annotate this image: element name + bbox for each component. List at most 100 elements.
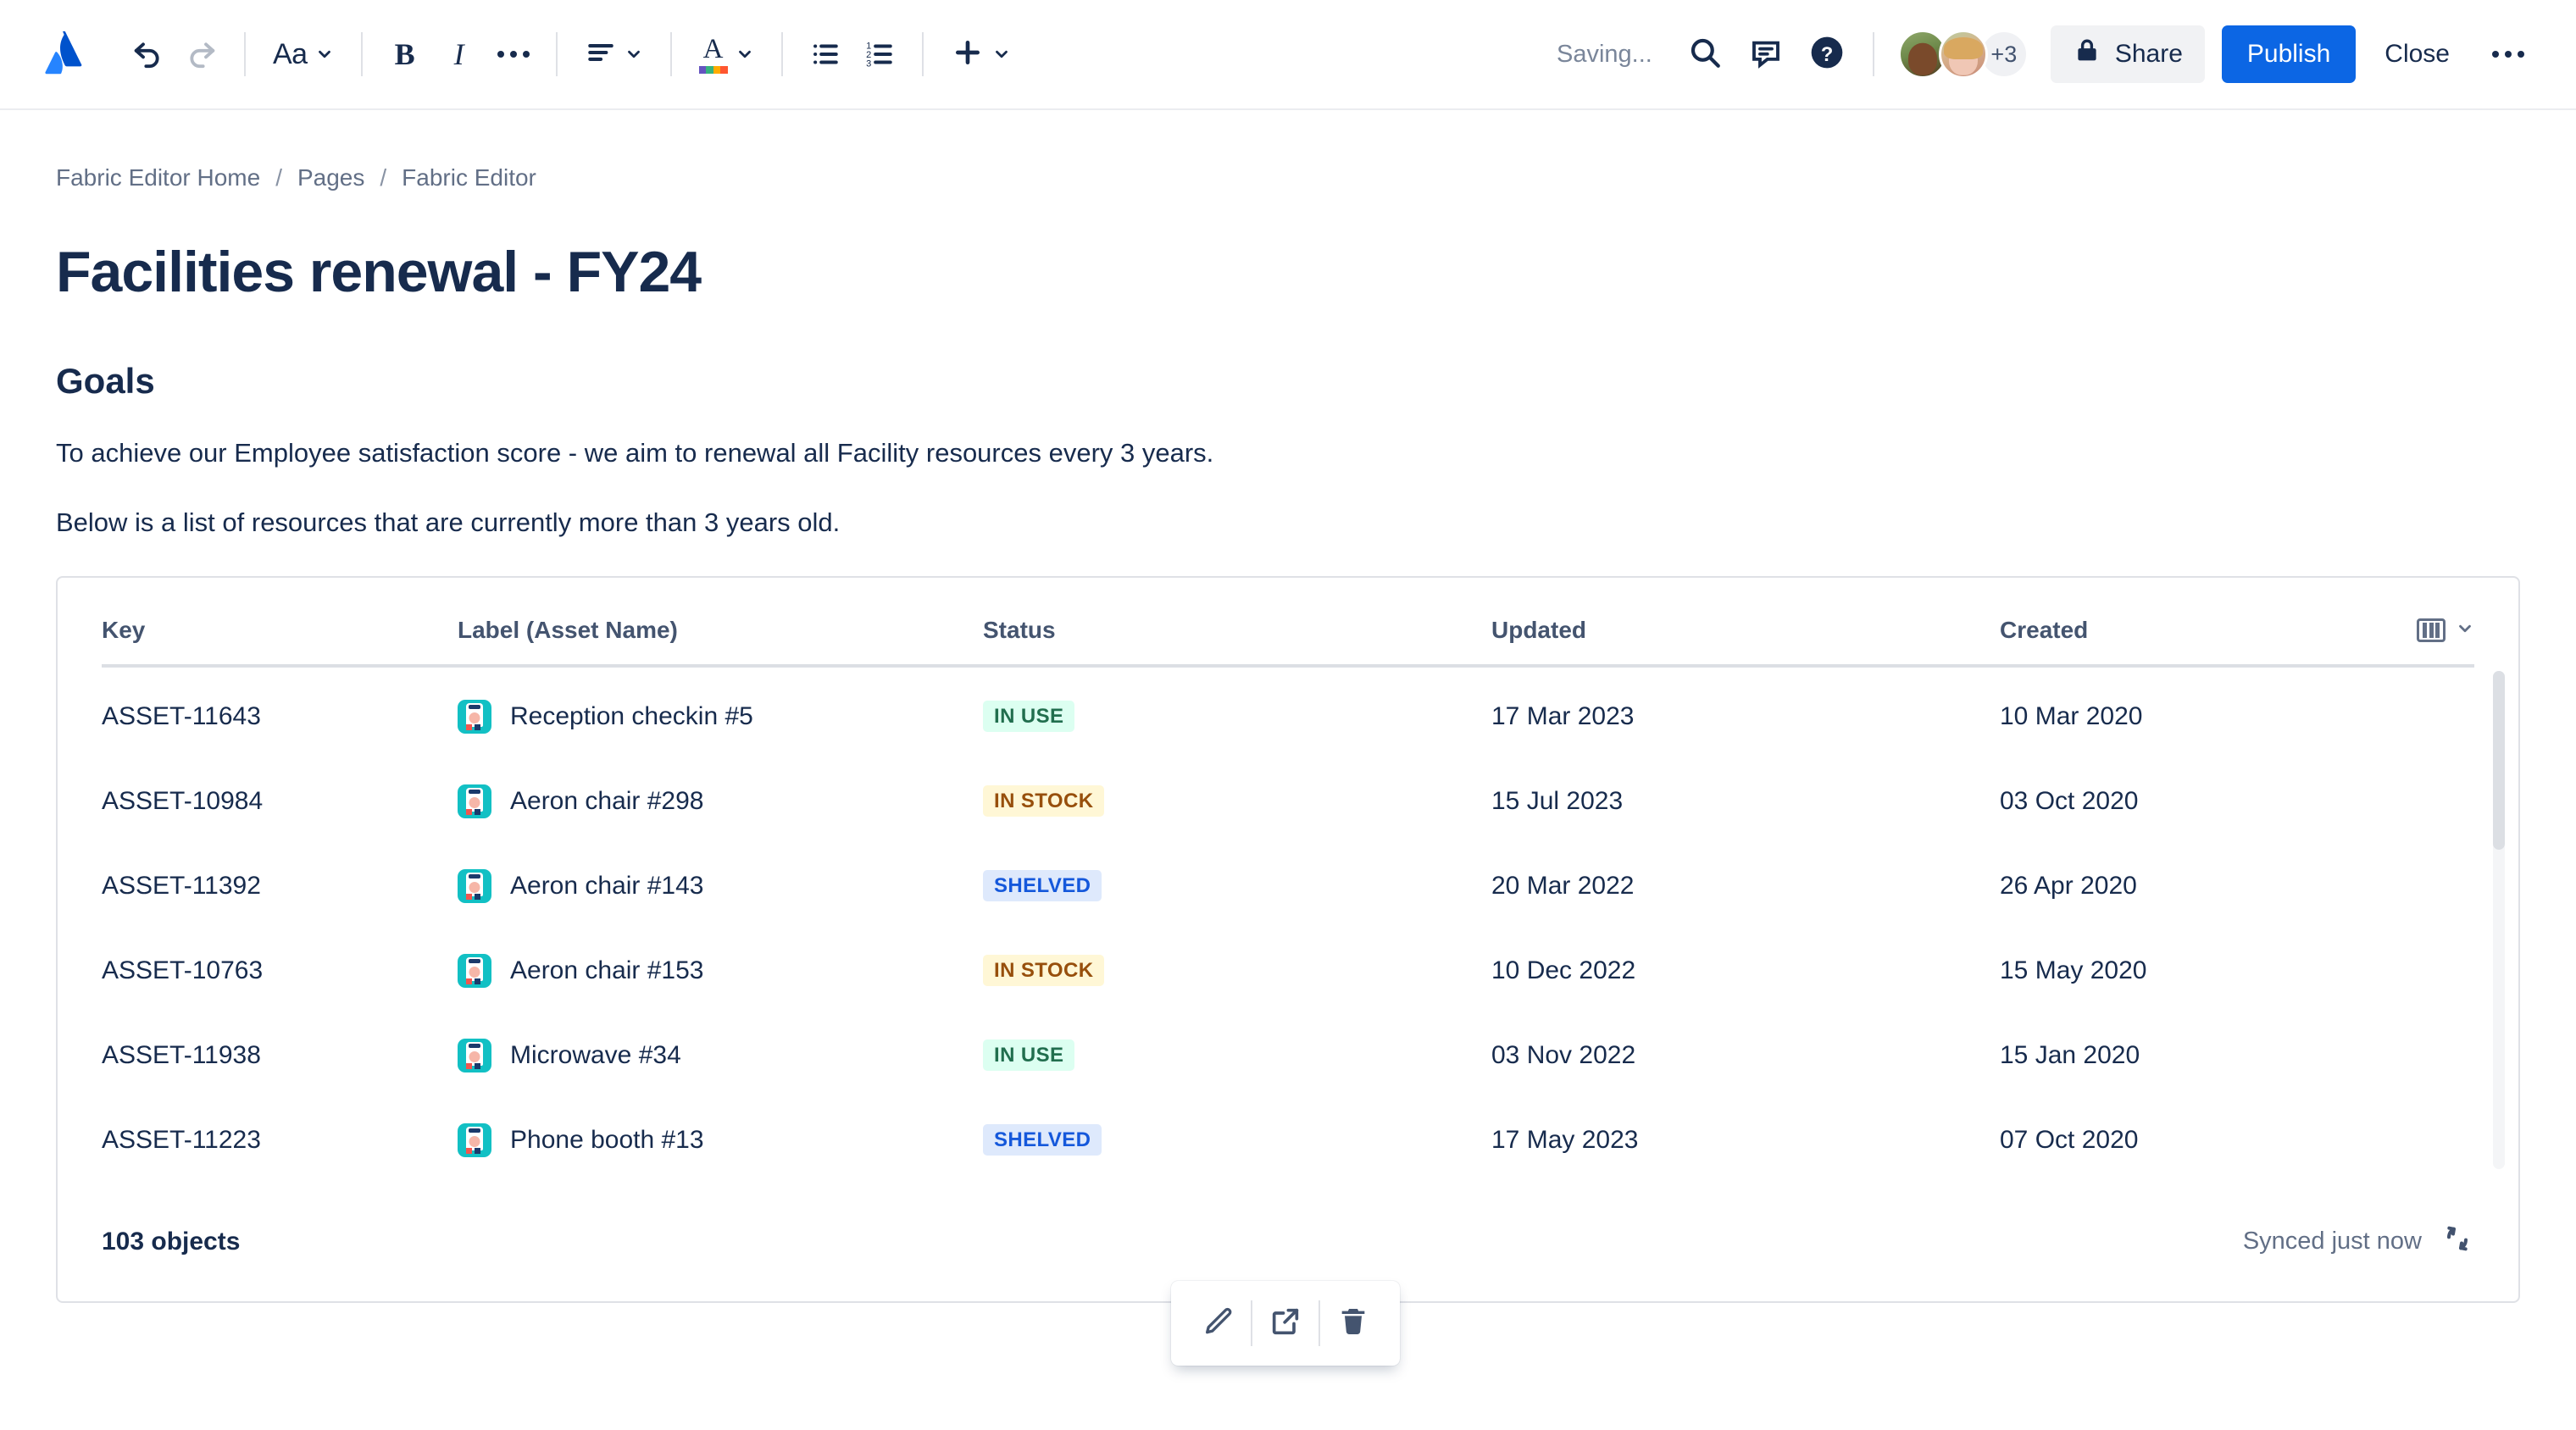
atlassian-logo-icon[interactable] bbox=[42, 26, 88, 77]
breadcrumb-item-home[interactable]: Fabric Editor Home bbox=[56, 164, 260, 191]
cell-status[interactable]: IN USE bbox=[983, 1013, 1491, 1098]
cell-updated[interactable]: 20 Mar 2022 bbox=[1491, 844, 2000, 928]
text-alignment-dropdown[interactable] bbox=[573, 27, 655, 81]
collaborator-avatars[interactable]: +3 bbox=[1897, 30, 2029, 79]
refresh-icon[interactable] bbox=[2440, 1222, 2474, 1262]
text-color-dropdown[interactable]: A bbox=[687, 27, 766, 81]
cell-status[interactable]: SHELVED bbox=[983, 1098, 1491, 1183]
table-row[interactable]: ASSET-10763 Aeron chair #153 IN STOCK 10 De… bbox=[102, 928, 2474, 1013]
cell-spacer bbox=[2373, 1098, 2474, 1183]
node-floating-toolbar bbox=[1171, 1281, 1400, 1366]
status-badge: SHELVED bbox=[983, 1124, 1102, 1156]
toolbar-divider bbox=[669, 32, 672, 76]
cell-updated[interactable]: 17 May 2023 bbox=[1491, 1098, 2000, 1183]
publish-button[interactable]: Publish bbox=[2221, 25, 2357, 83]
table-row[interactable]: ASSET-11223 Phone booth #13 SHELVED 17 May … bbox=[102, 1098, 2474, 1183]
cell-status[interactable]: IN USE bbox=[983, 666, 1491, 759]
toolbar-right-group: Saving... ? +3 Share Publish Close bbox=[1557, 25, 2539, 83]
cell-created[interactable]: 15 Jan 2020 bbox=[2000, 1013, 2373, 1098]
sync-status-label: Synced just now bbox=[2242, 1228, 2422, 1255]
column-settings-button[interactable] bbox=[2373, 617, 2474, 644]
table-row[interactable]: ASSET-11643 Reception checkin #5 IN USE 17 … bbox=[102, 666, 2474, 759]
asset-icon bbox=[458, 953, 491, 988]
cell-created[interactable]: 07 Oct 2020 bbox=[2000, 1098, 2373, 1183]
help-button[interactable]: ? bbox=[1801, 28, 1853, 80]
paragraph-goal-statement[interactable]: To achieve our Employee satisfaction sco… bbox=[56, 435, 2520, 471]
cell-created[interactable]: 10 Mar 2020 bbox=[2000, 666, 2373, 759]
cell-label[interactable]: Aeron chair #298 bbox=[458, 759, 983, 844]
delete-button[interactable] bbox=[1320, 1293, 1386, 1354]
column-header-status[interactable]: Status bbox=[983, 577, 1491, 668]
bold-button[interactable]: B bbox=[378, 27, 432, 81]
cell-label[interactable]: Aeron chair #143 bbox=[458, 844, 983, 928]
share-button[interactable]: Share bbox=[2050, 25, 2205, 83]
cell-created[interactable]: 03 Oct 2020 bbox=[2000, 759, 2373, 844]
table-row[interactable]: ASSET-10984 Aeron chair #298 IN STOCK 15 Ju… bbox=[102, 759, 2474, 844]
cell-label[interactable]: Phone booth #13 bbox=[458, 1098, 983, 1183]
sync-status[interactable]: Synced just now bbox=[2243, 1222, 2474, 1262]
toolbar-divider bbox=[921, 32, 924, 76]
close-button[interactable]: Close bbox=[2362, 25, 2472, 83]
cell-updated[interactable]: 03 Nov 2022 bbox=[1491, 1013, 2000, 1098]
cell-key[interactable]: ASSET-11938 bbox=[102, 1013, 458, 1098]
cell-updated[interactable]: 10 Dec 2022 bbox=[1491, 928, 2000, 1013]
avatar[interactable] bbox=[1938, 30, 1988, 79]
column-header-label[interactable]: Label (Asset Name) bbox=[458, 577, 983, 668]
cell-label[interactable]: Aeron chair #153 bbox=[458, 928, 983, 1013]
cell-key[interactable]: ASSET-10984 bbox=[102, 759, 458, 844]
asset-label-text: Microwave #34 bbox=[510, 1040, 681, 1069]
paragraph-list-intro[interactable]: Below is a list of resources that are cu… bbox=[56, 505, 2520, 540]
cell-spacer bbox=[2373, 759, 2474, 844]
text-color-icon: A bbox=[698, 35, 728, 74]
cell-label[interactable]: Reception checkin #5 bbox=[458, 666, 983, 759]
cell-status[interactable]: IN STOCK bbox=[983, 928, 1491, 1013]
search-button[interactable] bbox=[1679, 28, 1731, 80]
column-header-key[interactable]: Key bbox=[102, 577, 458, 668]
table-row[interactable]: ASSET-11938 Microwave #34 IN USE 03 Nov 202… bbox=[102, 1013, 2474, 1098]
table-scrollbar-thumb[interactable] bbox=[2493, 670, 2505, 851]
undo-button[interactable] bbox=[120, 27, 175, 81]
cell-status[interactable]: SHELVED bbox=[983, 844, 1491, 928]
more-formatting-button[interactable] bbox=[486, 27, 541, 81]
section-heading-goals[interactable]: Goals bbox=[56, 361, 2520, 402]
svg-text:?: ? bbox=[1821, 43, 1834, 66]
breadcrumb-item-pages[interactable]: Pages bbox=[297, 164, 364, 191]
cell-updated[interactable]: 17 Mar 2023 bbox=[1491, 666, 2000, 759]
cell-key[interactable]: ASSET-11643 bbox=[102, 666, 458, 759]
cell-status[interactable]: IN STOCK bbox=[983, 759, 1491, 844]
table-scrollbar[interactable] bbox=[2493, 670, 2505, 1169]
breadcrumb: Fabric Editor Home / Pages / Fabric Edit… bbox=[56, 164, 2520, 191]
page-title[interactable]: Facilities renewal - FY24 bbox=[56, 239, 2520, 305]
redo-button[interactable] bbox=[175, 27, 229, 81]
asset-icon bbox=[458, 868, 491, 903]
more-actions-button[interactable] bbox=[2482, 28, 2534, 80]
toolbar-divider bbox=[360, 32, 363, 76]
assets-table-wrapper: Key Label (Asset Name) Status Updated Cr… bbox=[58, 577, 2518, 1183]
chevron-down-icon bbox=[625, 45, 643, 64]
cell-label[interactable]: Microwave #34 bbox=[458, 1013, 983, 1098]
italic-button[interactable]: I bbox=[432, 27, 486, 81]
cell-key[interactable]: ASSET-10763 bbox=[102, 928, 458, 1013]
cell-created[interactable]: 26 Apr 2020 bbox=[2000, 844, 2373, 928]
table-row[interactable]: ASSET-11392 Aeron chair #143 SHELVED 20 Mar… bbox=[102, 844, 2474, 928]
search-icon bbox=[1687, 35, 1723, 75]
bullet-list-button[interactable] bbox=[798, 27, 852, 81]
cell-key[interactable]: ASSET-11392 bbox=[102, 844, 458, 928]
share-label: Share bbox=[2114, 40, 2183, 68]
column-header-updated[interactable]: Updated bbox=[1491, 577, 2000, 668]
column-header-created[interactable]: Created bbox=[2000, 577, 2373, 668]
insert-dropdown[interactable] bbox=[939, 27, 1023, 81]
asset-label-text: Reception checkin #5 bbox=[510, 701, 753, 730]
italic-label: I bbox=[453, 37, 464, 71]
text-style-dropdown[interactable]: Aa bbox=[261, 27, 346, 81]
cell-updated[interactable]: 15 Jul 2023 bbox=[1491, 759, 2000, 844]
breadcrumb-item-fabric-editor[interactable]: Fabric Editor bbox=[402, 164, 536, 191]
edit-button[interactable] bbox=[1185, 1293, 1251, 1354]
open-link-button[interactable] bbox=[1252, 1293, 1319, 1354]
asset-icon bbox=[458, 699, 491, 734]
cell-key[interactable]: ASSET-11223 bbox=[102, 1098, 458, 1183]
comment-button[interactable] bbox=[1740, 28, 1792, 80]
cell-created[interactable]: 15 May 2020 bbox=[2000, 928, 2373, 1013]
numbered-list-button[interactable]: 1 2 3 bbox=[852, 27, 907, 81]
color-swatch-bar bbox=[698, 65, 728, 74]
